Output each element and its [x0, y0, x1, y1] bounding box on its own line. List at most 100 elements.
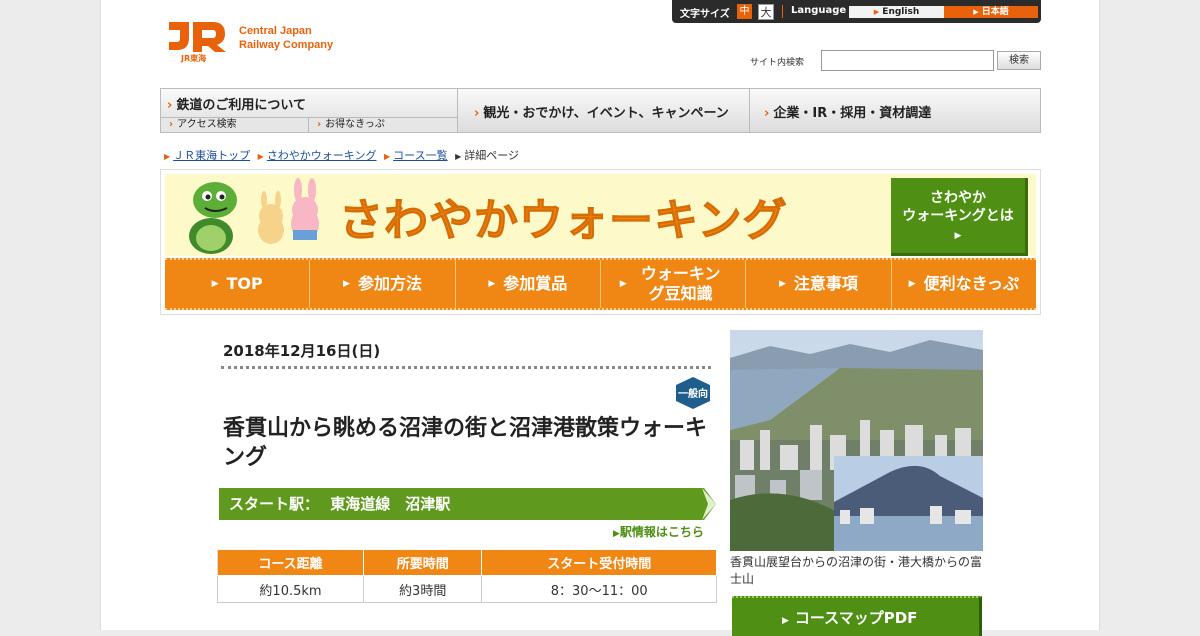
tab-prizes-label: 参加賞品: [503, 274, 568, 293]
course-map-pdf-button[interactable]: ▶ コースマップPDF: [732, 596, 982, 636]
tab-top-label: TOP: [226, 274, 263, 293]
site-search-input[interactable]: [821, 50, 994, 71]
tab-how-to-join-label: 参加方法: [357, 274, 422, 293]
language-label: Language: [791, 5, 847, 16]
nav-access-search-label: アクセス検索: [177, 119, 237, 130]
tab-top[interactable]: ▶ TOP: [165, 260, 311, 308]
lang-japanese-label: 日本語: [981, 7, 1009, 17]
font-size-label: 文字サイズ: [680, 9, 730, 20]
divider: [782, 5, 783, 18]
page: JR東海 Central Japan Railway Company 文字サイズ…: [100, 0, 1100, 636]
font-size-large-button[interactable]: 大: [758, 4, 774, 20]
nav-corporate-title: › 企業・IR・採用・資材調達: [764, 102, 931, 121]
breadcrumb-arrow-icon: ▶: [164, 152, 171, 161]
station-info-label: 駅情報はこちら: [619, 525, 704, 539]
triangle-right-icon: ▶: [488, 279, 496, 289]
event-date: 2018年12月16日(日): [223, 342, 381, 360]
course-info-table: コース距離 所要時間 スタート受付時間 約10.5km 約3時間 8：30～11…: [217, 549, 717, 603]
banner-header: さわやかウォーキング さわやか ウォーキングとは ▶: [165, 174, 1036, 256]
nav-railway-link[interactable]: › 鉄道のご利用について: [167, 94, 306, 113]
nav-corporate[interactable]: › 企業・IR・採用・資材調達: [750, 89, 1040, 132]
font-size-medium-button[interactable]: 中: [737, 4, 752, 19]
tab-how-to-join[interactable]: ▶ 参加方法: [310, 260, 456, 308]
triangle-right-icon: ▶: [211, 279, 219, 289]
tab-walking-tips[interactable]: ▶ ウォーキング豆知識: [601, 260, 747, 308]
chevron-right-icon: ›: [167, 98, 173, 113]
chevron-right-icon: ▶: [973, 8, 979, 16]
mascot-characters-icon: [189, 178, 319, 254]
header-start-time: スタート受付時間: [481, 549, 717, 576]
breadcrumb-arrow-icon: ▶: [257, 152, 264, 161]
chevron-right-icon: ›: [317, 119, 322, 130]
course-title: 香貫山から眺める沼津の街と沼津港散策ウォーキング: [223, 416, 708, 470]
tab-notes[interactable]: ▶ 注意事項: [746, 260, 892, 308]
breadcrumb: ▶ ＪＲ東海トップ ▶ さわやかウォーキング ▶ コース一覧 ▶ 詳細ページ: [160, 147, 519, 163]
company-name-line2: Railway Company: [239, 39, 334, 51]
level-badge-label: 一般向: [678, 387, 708, 400]
value-duration: 約3時間: [362, 575, 483, 603]
about-sawayaka-button[interactable]: さわやか ウォーキングとは ▶: [891, 178, 1028, 256]
company-name: Central Japan Railway Company: [239, 24, 333, 52]
tab-notes-label: 注意事項: [793, 274, 858, 293]
general-level-badge: 一般向: [676, 377, 710, 409]
tab-walking-tips-label: ウォーキング豆知識: [640, 264, 721, 303]
chevron-right-icon: ›: [764, 106, 770, 121]
table-header-row: コース距離 所要時間 スタート受付時間: [217, 549, 717, 576]
value-start-time: 8：30～11：00: [481, 575, 717, 603]
lang-japanese-button[interactable]: ▶ 日本語: [944, 6, 1038, 18]
chevron-right-icon: ›: [474, 106, 480, 121]
about-line2: ウォーキングとは: [902, 208, 1014, 224]
nav-tourism-title: › 観光・おでかけ、イベント、キャンペーン: [474, 102, 729, 121]
chevron-right-icon: ›: [169, 119, 174, 130]
photo-caption: 香貫山展望台からの沼津の街・港大橋からの富士山: [730, 555, 983, 586]
value-distance: 約10.5km: [217, 575, 364, 603]
nav-railway-label: 鉄道のご利用について: [176, 98, 306, 113]
breadcrumb-jr-top[interactable]: ＪＲ東海トップ: [173, 149, 250, 162]
nav-railway: › 鉄道のご利用について › アクセス検索 › お得なきっぷ: [161, 89, 458, 132]
breadcrumb-arrow-icon: ▶: [455, 152, 462, 161]
triangle-right-icon: ▶: [779, 279, 786, 289]
nav-discount-tickets-label: お得なきっぷ: [325, 119, 385, 130]
nav-tourism-label: 観光・おでかけ、イベント、キャンペーン: [483, 106, 729, 121]
triangle-right-icon: ▶: [782, 616, 789, 626]
logo-subtitle: JR東海: [181, 54, 207, 63]
sawayaka-banner: さわやかウォーキング さわやか ウォーキングとは ▶ ▶ TOP ▶ 参加方法 ▶ 参…: [160, 169, 1041, 315]
start-station-name: 東海道線 沼津駅: [330, 495, 451, 513]
start-station: スタート駅： 東海道線 沼津駅: [229, 493, 450, 514]
lang-english-label: English: [882, 7, 920, 17]
chevron-right-icon: ▶: [873, 8, 880, 16]
triangle-right-icon: ▶: [619, 279, 627, 289]
lang-english-button[interactable]: ▶ English: [849, 6, 944, 18]
tab-useful-tickets-label: 便利なきっぷ: [923, 274, 1019, 293]
breadcrumb-arrow-icon: ▶: [383, 152, 391, 161]
station-info-link[interactable]: ▶駅情報はこちら: [613, 523, 704, 540]
triangle-right-icon: ▶: [343, 279, 350, 289]
table-row: 約10.5km 約3時間 8：30～11：00: [217, 575, 717, 603]
tab-useful-tickets[interactable]: ▶ 便利なきっぷ: [892, 260, 1036, 308]
nav-tourism[interactable]: › 観光・おでかけ、イベント、キャンペーン: [458, 89, 750, 132]
jr-central-logo[interactable]: JR東海 Central Japan Railway Company: [165, 16, 355, 64]
breadcrumb-sawayaka[interactable]: さわやかウォーキング: [267, 149, 377, 162]
utility-bar: 文字サイズ 中 大 Language ▶ English ▶ 日本語: [672, 0, 1041, 23]
site-search-label: サイト内検索: [750, 58, 805, 68]
start-label: スタート駅：: [229, 495, 320, 513]
banner-title: さわやかウォーキング: [339, 195, 788, 247]
triangle-right-icon: ▶: [954, 231, 962, 241]
nav-discount-tickets[interactable]: › お得なきっぷ: [308, 117, 457, 132]
main-navigation: › 鉄道のご利用について › アクセス検索 › お得なきっぷ › 観光・おでかけ、イベン…: [160, 88, 1041, 133]
tab-prizes[interactable]: ▶ 参加賞品: [456, 260, 601, 308]
course-photo: [730, 330, 983, 551]
triangle-right-icon: ▶: [613, 529, 620, 539]
breadcrumb-current: 詳細ページ: [464, 149, 520, 162]
nav-corporate-label: 企業・IR・採用・資材調達: [773, 106, 932, 121]
banner-tabs: ▶ TOP ▶ 参加方法 ▶ 参加賞品 ▶ ウォーキング豆知識 ▶ 注意事項 ▶ 便利なきっ…: [165, 258, 1036, 310]
triangle-right-icon: ▶: [908, 279, 916, 289]
breadcrumb-course-list[interactable]: コース一覧: [393, 149, 447, 162]
search-button[interactable]: 検索: [997, 51, 1041, 70]
company-name-line1: Central Japan: [239, 25, 312, 37]
course-map-pdf-label: コースマップPDF: [794, 609, 918, 627]
about-line1: さわやか: [930, 190, 986, 206]
header-distance: コース距離: [217, 549, 364, 576]
header-duration: 所要時間: [362, 549, 483, 576]
nav-access-search[interactable]: › アクセス検索: [161, 117, 308, 132]
